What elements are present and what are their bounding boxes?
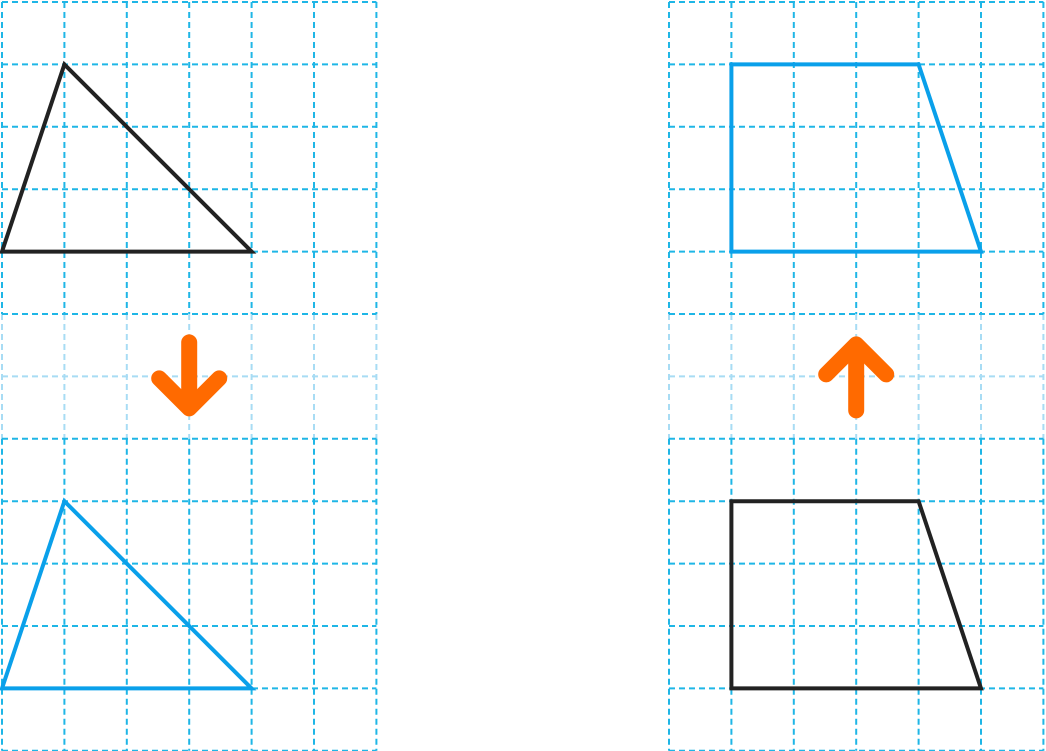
arrow-down-icon bbox=[151, 334, 228, 417]
left-grid-panel bbox=[0, 1, 378, 751]
arrow-up-icon bbox=[818, 336, 895, 419]
translation-diagram bbox=[0, 1, 1045, 751]
right-grid-panel bbox=[668, 1, 1045, 751]
